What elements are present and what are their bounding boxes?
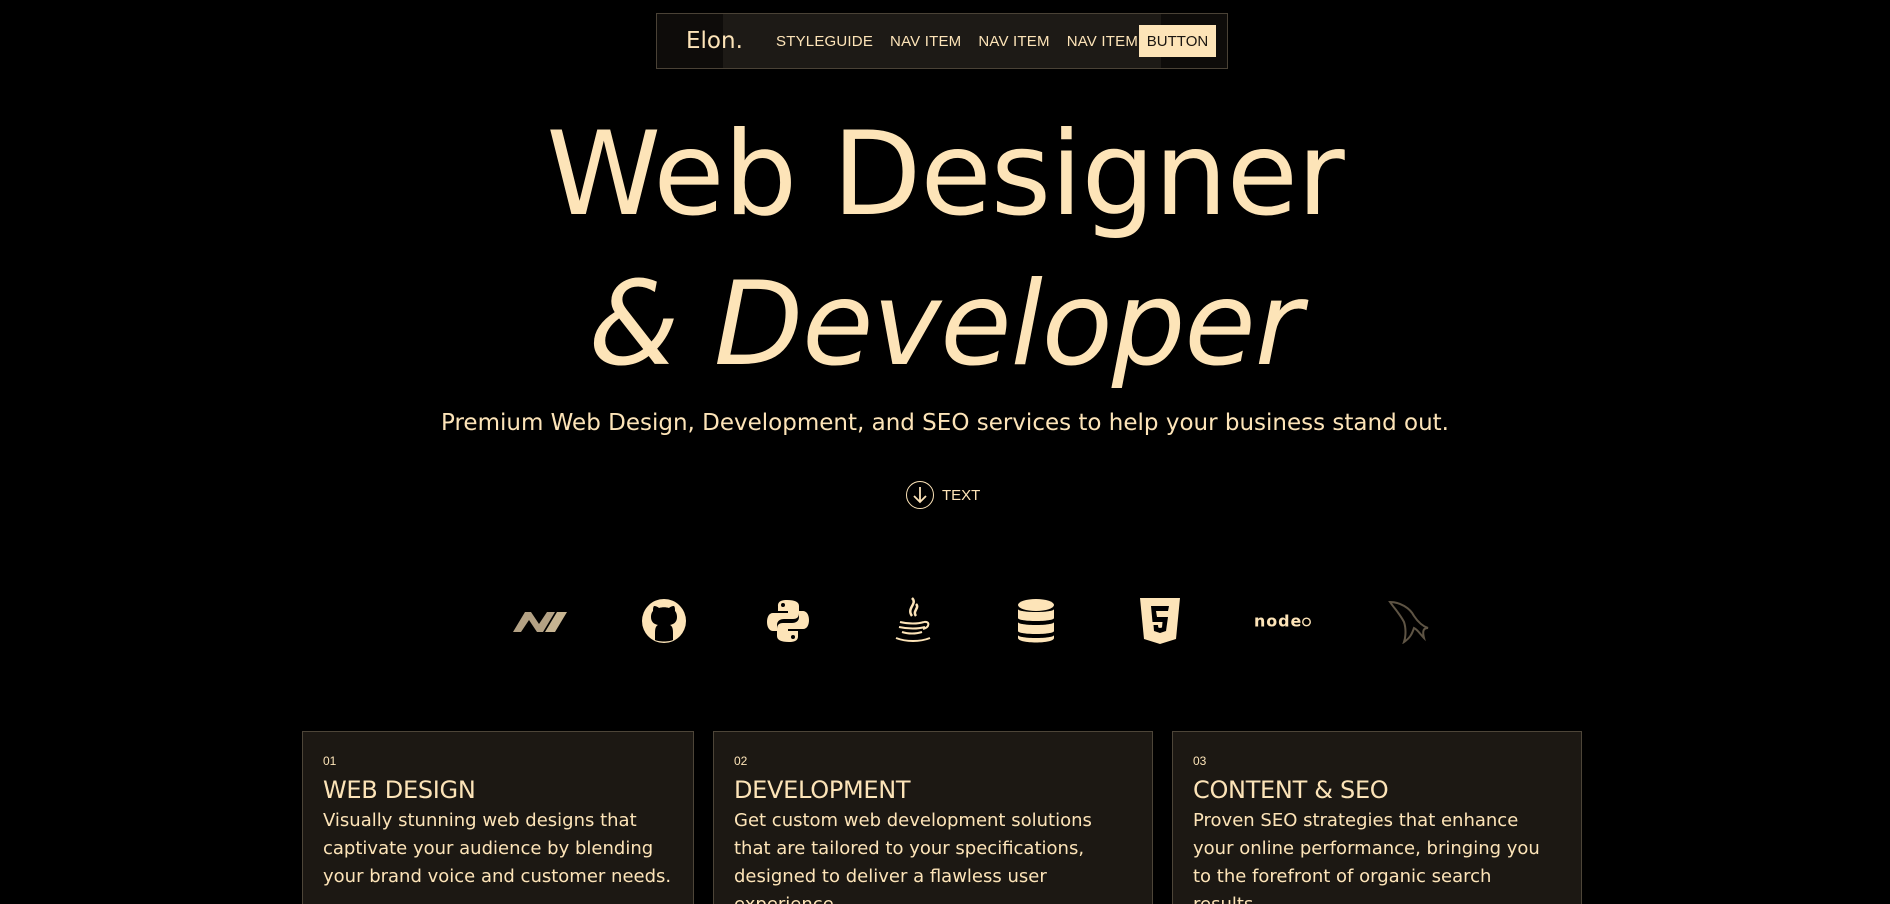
nodejs-icon: node <box>1254 596 1314 646</box>
nav-link-styleguide[interactable]: STYLEGUIDE <box>776 33 873 50</box>
svg-text:node: node <box>1254 612 1302 631</box>
nav-link-item-2[interactable]: NAV ITEM <box>978 33 1049 50</box>
service-card-content-seo[interactable]: 03 CONTENT & SEO Proven SEO strategies t… <box>1172 731 1582 904</box>
service-title: DEVELOPMENT <box>734 776 911 804</box>
java-icon <box>882 596 942 646</box>
python-icon <box>758 596 818 646</box>
page: Elon. STYLEGUIDE NAV ITEM NAV ITEM NAV I… <box>0 0 1890 904</box>
nav-links: STYLEGUIDE NAV ITEM NAV ITEM NAV ITEM <box>776 33 1138 50</box>
hero-subtitle: Premium Web Design, Development, and SEO… <box>441 410 1449 436</box>
scroll-down-link[interactable]: TEXT <box>906 481 980 509</box>
service-number: 03 <box>1193 754 1207 768</box>
service-description: Visually stunning web designs that capti… <box>323 810 672 887</box>
nav-link-item-1[interactable]: NAV ITEM <box>890 33 961 50</box>
tech-logo-strip: node <box>0 596 1890 646</box>
github-icon <box>634 596 694 646</box>
brand-logo[interactable]: Elon. <box>686 28 743 54</box>
service-number: 01 <box>323 754 337 768</box>
mysql-icon <box>1378 596 1438 646</box>
html5-icon <box>1130 596 1190 646</box>
arrow-down-icon <box>906 481 934 509</box>
hero-title-line-1: Web Designer <box>546 107 1344 242</box>
nav-button[interactable]: BUTTON <box>1139 25 1216 57</box>
scroll-down-label: TEXT <box>942 486 981 504</box>
top-nav: Elon. STYLEGUIDE NAV ITEM NAV ITEM NAV I… <box>656 13 1228 69</box>
service-title: CONTENT & SEO <box>1193 776 1389 804</box>
service-card-development[interactable]: 02 DEVELOPMENT Get custom web developmen… <box>713 731 1153 904</box>
service-number: 02 <box>734 754 748 768</box>
database-icon <box>1006 596 1066 646</box>
service-description: Proven SEO strategies that enhance your … <box>1193 810 1540 904</box>
hero-title-line-2: & Developer <box>588 257 1303 392</box>
service-title: WEB DESIGN <box>323 776 476 804</box>
nav-link-item-3[interactable]: NAV ITEM <box>1067 33 1138 50</box>
service-card-web-design[interactable]: 01 WEB DESIGN Visually stunning web desi… <box>302 731 694 904</box>
dotnet-icon <box>510 596 570 646</box>
service-description: Get custom web development solutions tha… <box>734 810 1092 904</box>
